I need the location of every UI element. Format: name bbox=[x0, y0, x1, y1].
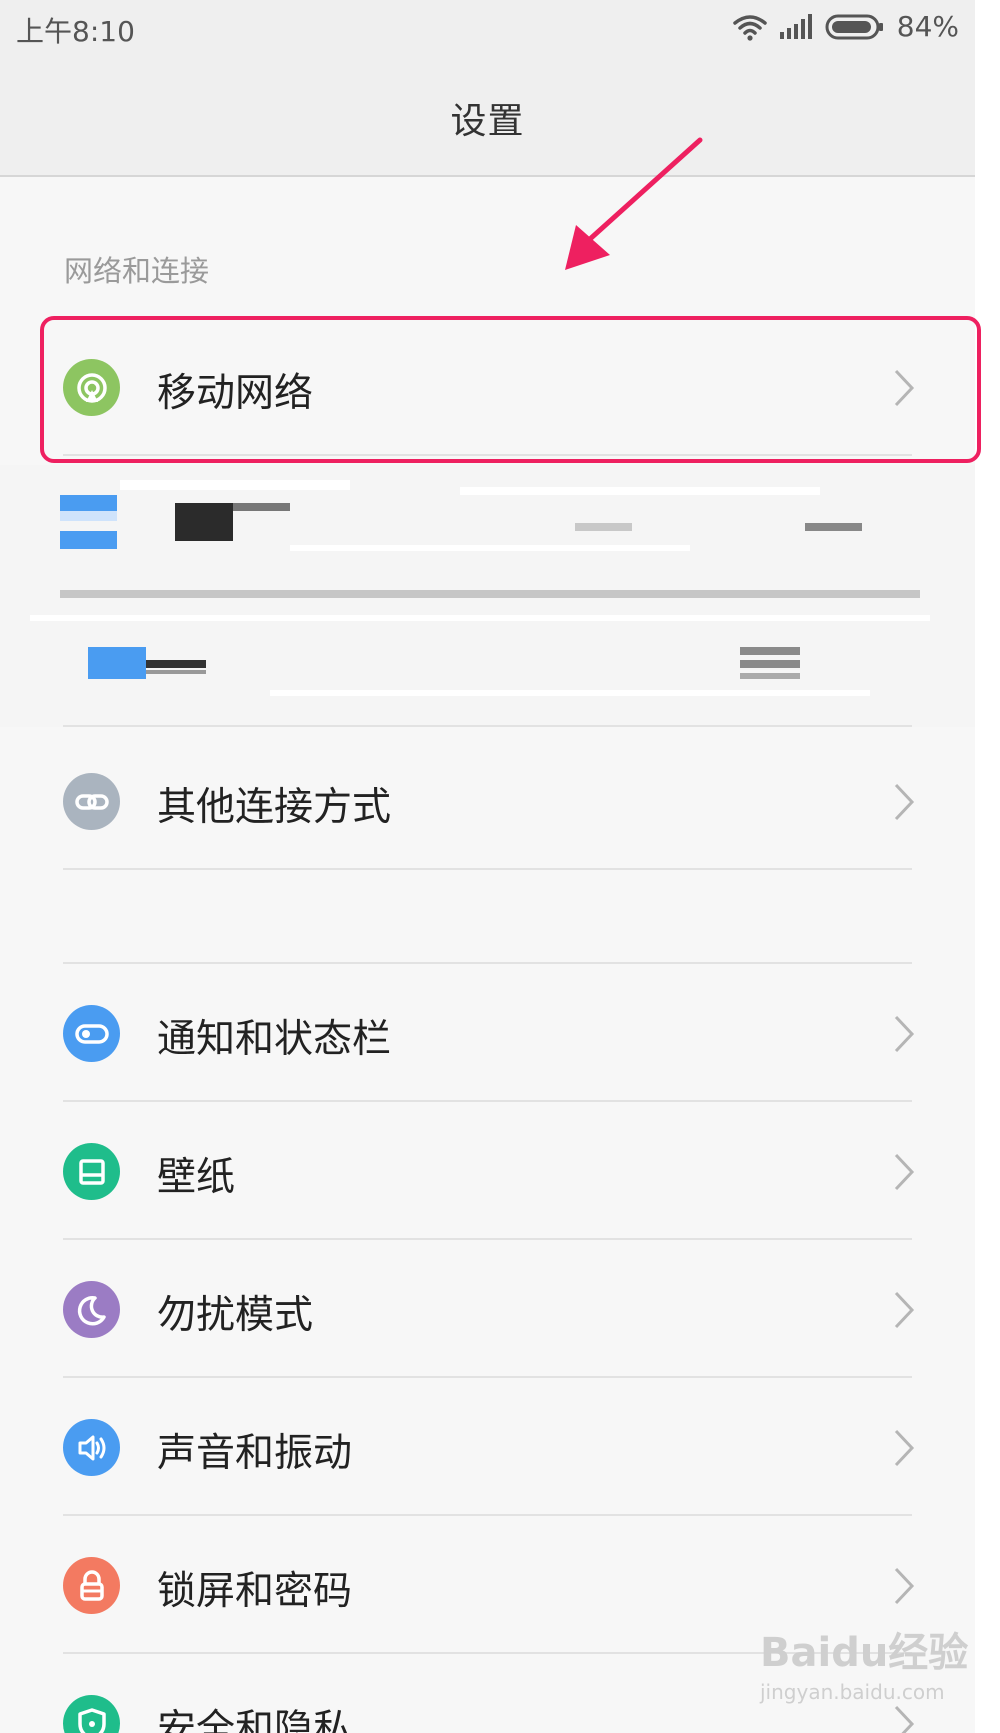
settings-item-label: 声音和振动 bbox=[157, 1431, 353, 1476]
settings-item-do-not-disturb[interactable]: 勿扰模式 bbox=[0, 1240, 975, 1378]
chevron-right-icon bbox=[893, 1566, 915, 1610]
settings-item-sound[interactable]: 声音和振动 bbox=[0, 1378, 975, 1516]
link-icon bbox=[63, 773, 120, 830]
title-bar: 设置 bbox=[0, 58, 975, 177]
divider bbox=[63, 868, 912, 870]
wallpaper-icon bbox=[63, 1143, 120, 1200]
lock-icon bbox=[63, 1557, 120, 1614]
toggle-icon bbox=[63, 1005, 120, 1062]
settings-screen: 上午8:10 84% 设置 网络和连接 移动网络 其他连接方式 通知和状态栏 壁… bbox=[0, 0, 975, 1733]
settings-item-label: 锁屏和密码 bbox=[157, 1569, 353, 1614]
chevron-right-icon bbox=[893, 1152, 915, 1196]
settings-item-label: 其他连接方式 bbox=[157, 785, 392, 830]
status-time: 上午8:10 bbox=[16, 15, 135, 48]
chevron-right-icon bbox=[893, 1290, 915, 1334]
settings-item-label: 安全和隐私 bbox=[157, 1707, 353, 1733]
battery-icon bbox=[825, 13, 885, 41]
settings-item-label: 勿扰模式 bbox=[157, 1293, 314, 1338]
settings-item-notifications[interactable]: 通知和状态栏 bbox=[0, 964, 975, 1102]
annotation-highlight-box bbox=[40, 316, 981, 463]
watermark: Baidu经验 jingyan.baidu.com bbox=[760, 1620, 968, 1704]
settings-item-label: 通知和状态栏 bbox=[157, 1017, 392, 1062]
chevron-right-icon bbox=[893, 1428, 915, 1472]
status-indicators: 84% bbox=[733, 10, 959, 43]
battery-percent: 84% bbox=[896, 10, 959, 43]
shield-icon bbox=[63, 1695, 120, 1733]
settings-item-other-connections[interactable]: 其他连接方式 bbox=[0, 732, 975, 870]
chevron-right-icon bbox=[893, 782, 915, 826]
page-margin bbox=[975, 0, 1000, 1733]
annotation-arrow-icon bbox=[565, 137, 703, 270]
speaker-icon bbox=[63, 1419, 120, 1476]
section-header-network: 网络和连接 bbox=[64, 254, 210, 288]
page-title: 设置 bbox=[450, 101, 525, 142]
watermark-url: jingyan.baidu.com bbox=[760, 1680, 945, 1704]
status-bar: 上午8:10 84% bbox=[0, 0, 975, 58]
settings-item-label: 壁纸 bbox=[157, 1155, 236, 1200]
settings-item-wallpaper[interactable]: 壁纸 bbox=[0, 1102, 975, 1240]
signal-strength-icon bbox=[779, 13, 813, 41]
redacted-region bbox=[0, 465, 975, 727]
moon-icon bbox=[63, 1281, 120, 1338]
chevron-right-icon bbox=[893, 1704, 915, 1733]
watermark-brand: Baidu经验 bbox=[760, 1630, 969, 1676]
wifi-icon bbox=[733, 13, 767, 41]
chevron-right-icon bbox=[893, 1014, 915, 1058]
